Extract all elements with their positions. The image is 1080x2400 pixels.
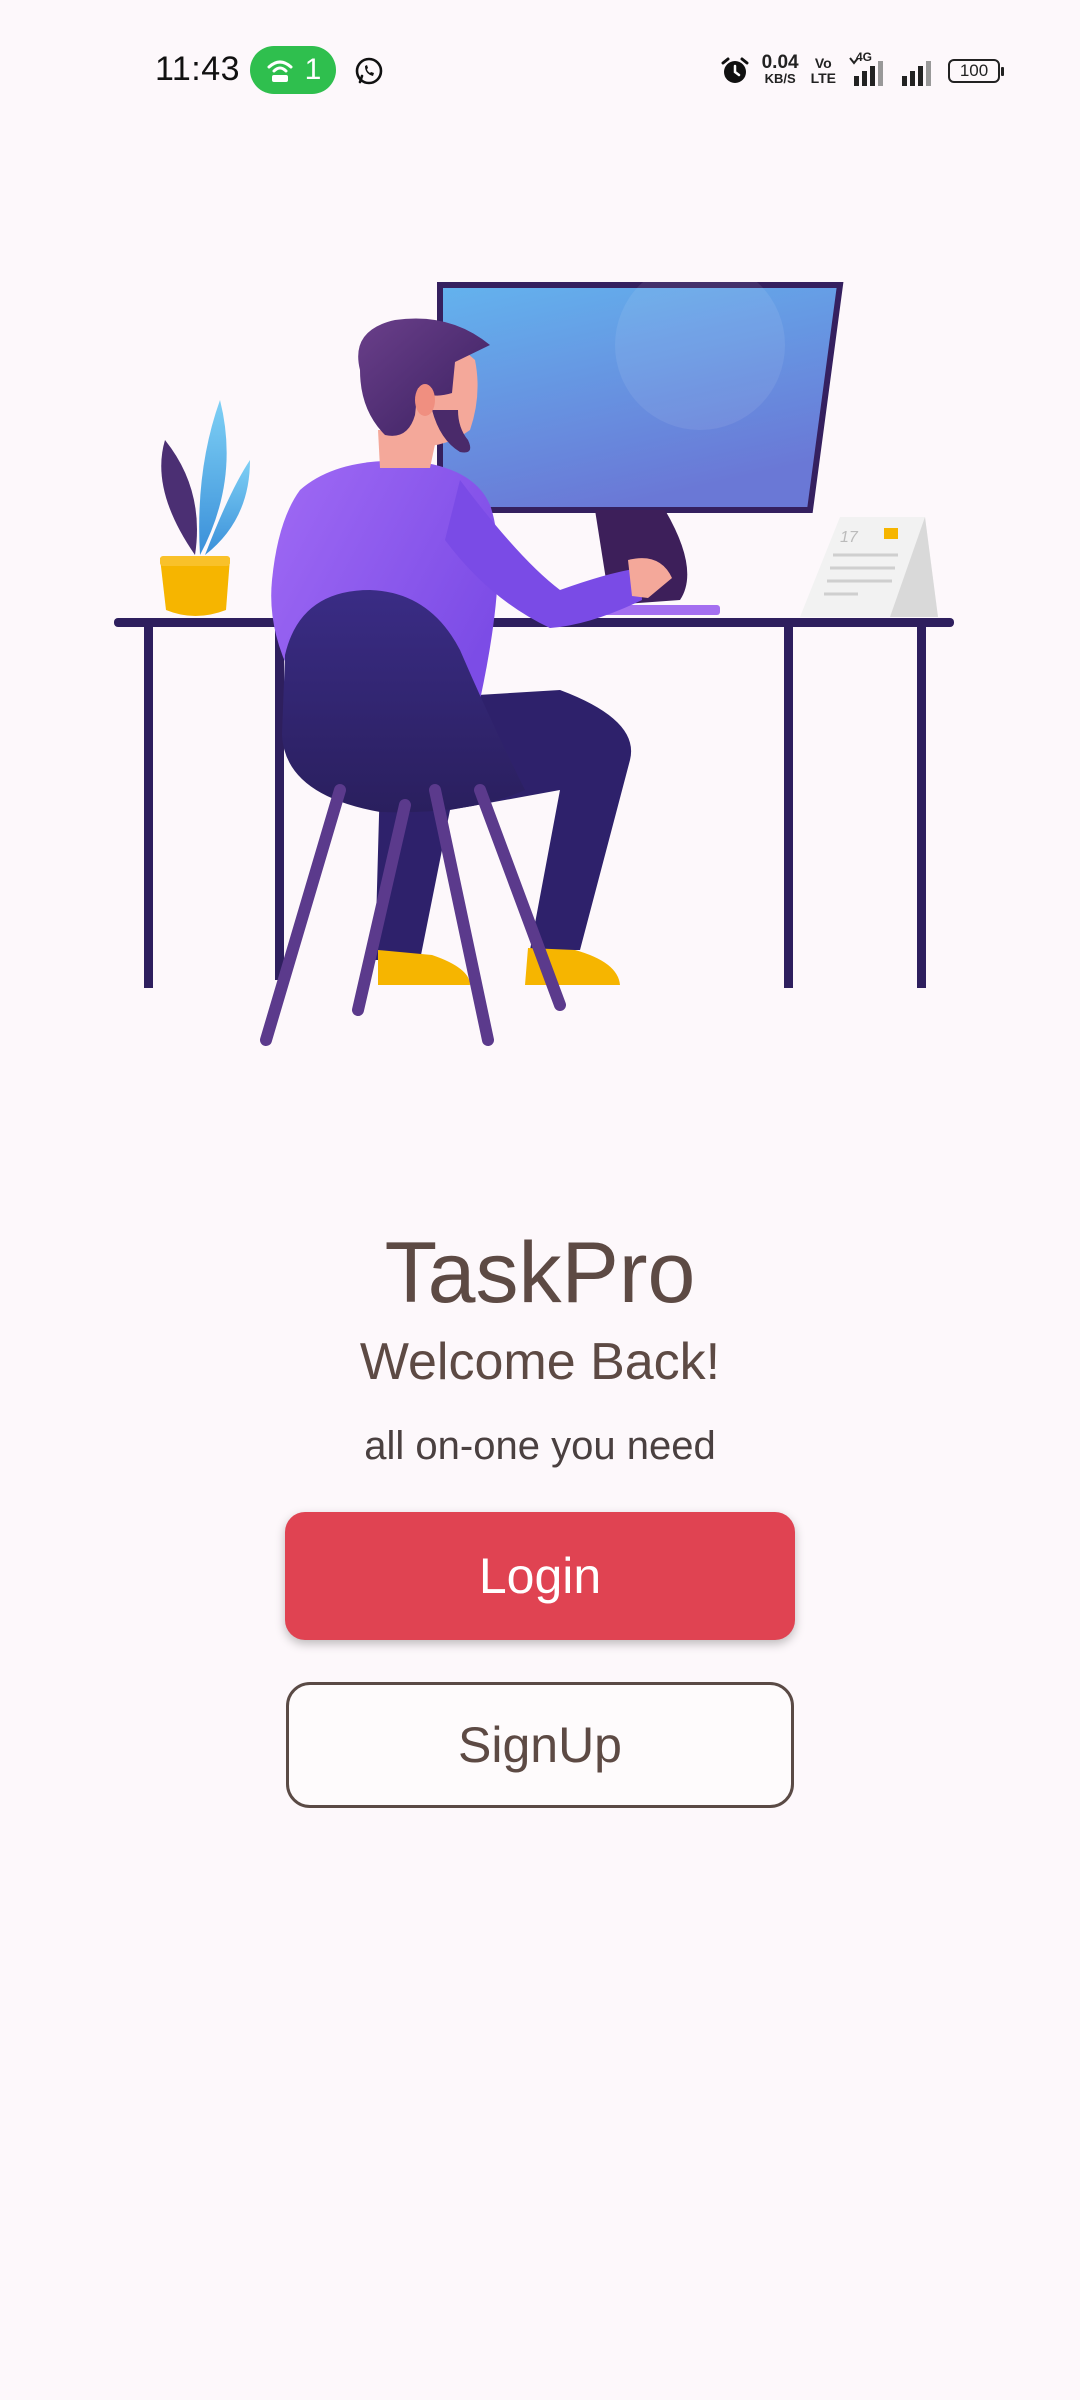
plant: [160, 400, 250, 616]
desk-calendar: 17: [800, 517, 938, 617]
app-title: TaskPro: [384, 1225, 696, 1321]
tagline: all on-one you need: [364, 1424, 716, 1468]
hero-illustration: 17: [114, 260, 954, 1046]
login-button[interactable]: Login: [285, 1512, 795, 1640]
signup-button[interactable]: SignUp: [286, 1682, 794, 1808]
svg-text:17: 17: [840, 529, 859, 546]
welcome-heading: Welcome Back!: [359, 1333, 721, 1391]
